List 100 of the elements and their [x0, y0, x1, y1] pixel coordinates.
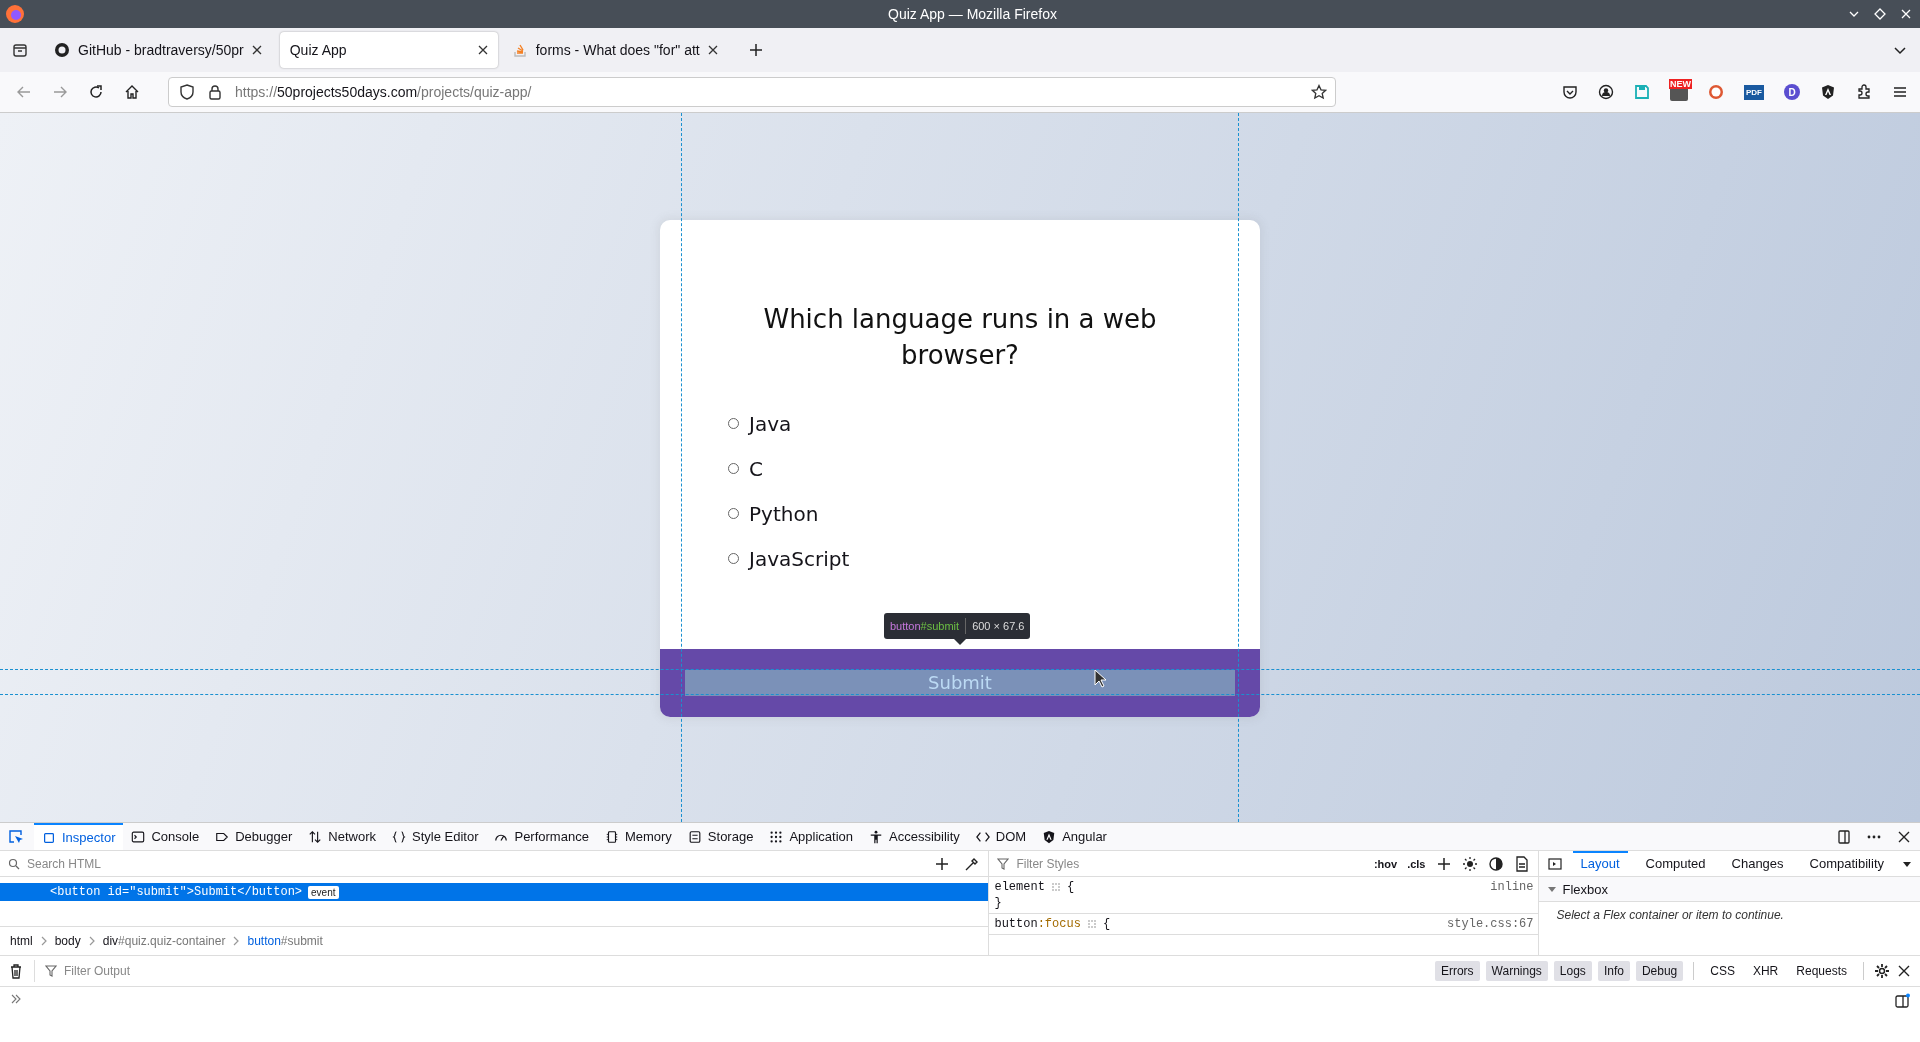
element-tooltip: button#submit 600 × 67.6 — [884, 613, 1031, 639]
css-selector: element — [994, 880, 1045, 894]
breadcrumb-item[interactable]: html — [10, 934, 33, 948]
sidebar-toggle-icon[interactable] — [1546, 855, 1563, 872]
filter-styles-field[interactable]: Filter Styles — [1014, 855, 1364, 872]
add-node-icon[interactable] — [934, 855, 951, 872]
answer-label[interactable]: JavaScript — [749, 546, 850, 571]
style-tool-icon — [392, 829, 406, 844]
answer-label[interactable]: C — [749, 456, 763, 481]
add-rule-icon[interactable] — [1435, 855, 1452, 872]
cursor-icon — [1094, 669, 1108, 689]
maximize-icon[interactable] — [1874, 8, 1886, 20]
devtools-tab[interactable]: Memory — [596, 823, 680, 850]
sun-icon[interactable] — [1461, 855, 1478, 872]
devtools-tab[interactable]: Performance — [486, 823, 597, 850]
application-tool-icon — [769, 829, 784, 844]
answer-label[interactable]: Python — [749, 501, 819, 526]
forward-arrow-icon[interactable] — [52, 84, 68, 100]
devtools-tab[interactable]: Console — [123, 823, 208, 850]
sidebar-tab[interactable]: Compatibility — [1801, 851, 1892, 876]
console-tool-icon — [131, 829, 146, 844]
window-title: Quiz App — Mozilla Firefox — [888, 6, 1057, 22]
inspector-tool-icon — [42, 830, 56, 845]
angular-logo-icon[interactable] — [1820, 84, 1836, 100]
home-icon[interactable] — [124, 84, 140, 100]
address-bar[interactable]: https://50projects50days.com/projects/quiz-app/ — [168, 77, 1336, 107]
accessibility-tool-icon — [869, 829, 883, 844]
letter-extension-icon[interactable]: D — [1784, 84, 1800, 100]
sidebar-tab[interactable]: Changes — [1723, 851, 1792, 876]
devtools-tab[interactable]: Style Editor — [384, 823, 487, 850]
flexbox-message: Select a Flex container or item to continue. — [1555, 907, 1785, 924]
request-type-toggle[interactable]: Requests — [1790, 961, 1853, 981]
selected-node-row[interactable]: <button id="submit">Submit</button> event — [0, 883, 989, 901]
close-icon[interactable] — [251, 45, 262, 55]
rule-source-link[interactable]: inline — [1490, 880, 1534, 894]
answer-label[interactable]: Java — [749, 411, 792, 436]
expand-triangle-icon[interactable] — [1546, 884, 1557, 894]
tooltip-arrow — [954, 639, 966, 645]
event-badge[interactable]: event — [308, 885, 339, 899]
browser-tab[interactable]: Quiz App — [279, 32, 498, 68]
search-icon — [8, 857, 20, 870]
grid-dots-icon[interactable] — [1050, 882, 1061, 892]
element-picker-icon[interactable] — [8, 828, 24, 845]
sidebar-panel-icon[interactable] — [1894, 993, 1910, 1009]
close-icon[interactable] — [1896, 963, 1912, 979]
request-type-toggle[interactable]: CSS — [1704, 961, 1741, 981]
sidebar-tab[interactable]: Computed — [1637, 851, 1714, 876]
filter-icon — [45, 965, 57, 977]
angular-tool-icon — [1042, 829, 1057, 844]
request-type-toggle[interactable]: XHR — [1746, 961, 1785, 981]
chevron-right-icon — [233, 936, 240, 946]
close-icon[interactable] — [707, 45, 718, 55]
section-title[interactable]: Flexbox — [1562, 881, 1609, 897]
chevron-right-icon — [88, 936, 95, 946]
new-tab-icon[interactable] — [747, 42, 764, 58]
account-icon[interactable] — [1598, 84, 1614, 100]
rule-source-link[interactable]: style.css:67 — [1447, 917, 1534, 931]
browser-tab[interactable]: GitHub - bradtraversy/50pr — [44, 32, 272, 68]
tab-tray-icon[interactable] — [12, 42, 28, 58]
pdf-extension-icon[interactable]: PDF — [1744, 84, 1764, 100]
quiz-question: Which language runs in a web browser? — [762, 303, 1158, 372]
log-level-toggle[interactable]: Logs — [1553, 961, 1592, 981]
star-icon[interactable] — [1311, 84, 1327, 100]
dock-icon[interactable] — [1836, 828, 1852, 845]
memory-tool-icon — [604, 829, 619, 844]
shield-icon — [179, 84, 195, 100]
filter-output-field[interactable]: Filter Output — [62, 963, 1429, 979]
search-html-field[interactable]: Search HTML — [25, 855, 921, 872]
grid-dots-icon[interactable] — [1086, 919, 1097, 929]
close-icon[interactable] — [477, 45, 488, 55]
settings-icon[interactable] — [1874, 963, 1890, 979]
devtools-tab[interactable]: Debugger — [207, 823, 301, 850]
breadcrumb-item[interactable]: div#quiz.quiz-container — [102, 934, 226, 948]
trash-icon[interactable] — [8, 963, 24, 979]
pocket-icon[interactable] — [1562, 84, 1578, 100]
browser-tab[interactable]: forms - What does "for" att — [501, 32, 728, 68]
log-level-toggle[interactable]: Info — [1597, 961, 1630, 981]
style-toggle-button[interactable]: .cls — [1407, 857, 1426, 870]
log-level-toggle[interactable]: Debug — [1635, 961, 1684, 981]
breadcrumb-item[interactable]: button#submit — [247, 934, 323, 948]
style-toggle-button[interactable]: :hov — [1373, 857, 1398, 870]
devtools-tab[interactable]: Network — [300, 823, 384, 850]
devtools-tab[interactable]: Accessibility — [861, 823, 968, 850]
devtools-tab[interactable]: Storage — [679, 823, 762, 850]
back-arrow-icon[interactable] — [16, 84, 32, 100]
reload-icon[interactable] — [88, 84, 104, 100]
document-icon[interactable] — [1513, 855, 1530, 872]
stacked-bars-icon — [511, 42, 528, 58]
filter-icon — [997, 857, 1010, 870]
devtools-tab[interactable]: Inspector — [34, 823, 124, 850]
breadcrumb-item[interactable]: body — [54, 934, 81, 948]
puzzle-piece-icon[interactable] — [1856, 84, 1872, 100]
double-chevron-icon — [10, 993, 22, 1005]
devtools-tab[interactable]: DOM — [967, 823, 1035, 850]
devtools-tab[interactable]: Angular — [1034, 823, 1115, 850]
devtools-tab[interactable]: Application — [761, 823, 861, 850]
log-level-toggle[interactable]: Errors — [1434, 961, 1480, 981]
contrast-icon[interactable] — [1487, 855, 1504, 872]
log-level-toggle[interactable]: Warnings — [1485, 961, 1548, 981]
menu-icon[interactable] — [1892, 84, 1908, 100]
